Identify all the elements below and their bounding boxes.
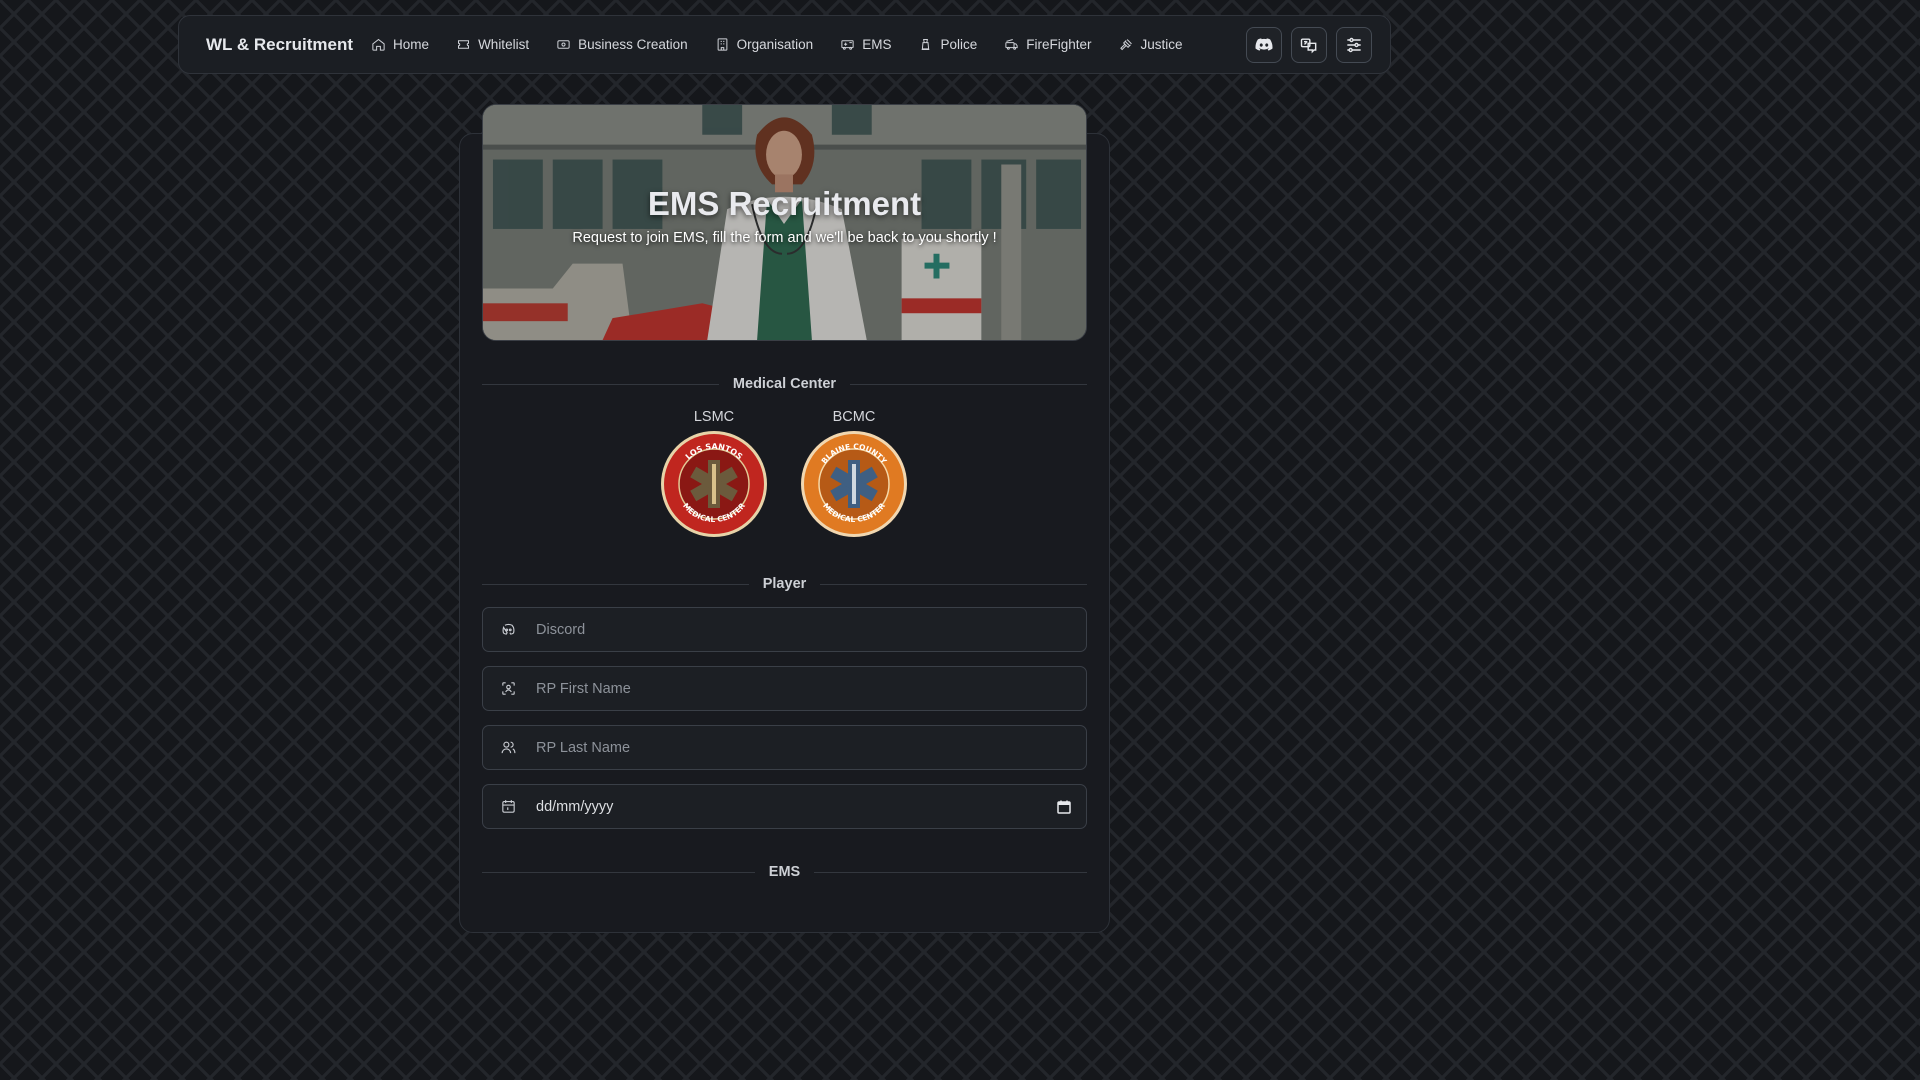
top-navbar: WL & Recruitment Home Whitelist Business…: [178, 15, 1391, 74]
section-divider-medical-center: Medical Center: [482, 376, 1087, 392]
translate-icon: [1300, 37, 1317, 53]
users-icon: [501, 741, 516, 754]
nav-item-label: Organisation: [736, 37, 814, 52]
discord-icon: [1255, 37, 1273, 51]
nav-item-organisation[interactable]: Organisation: [707, 31, 822, 58]
birth-date-field: dd/mm/yyyy: [482, 784, 1087, 829]
birth-date-input[interactable]: dd/mm/yyyy: [536, 799, 1056, 815]
medical-center-label: BCMC: [832, 409, 876, 425]
nav-item-label: Police: [940, 37, 978, 52]
brand-title[interactable]: WL & Recruitment: [206, 35, 353, 55]
divider-line: [482, 583, 749, 585]
divider-line: [820, 583, 1088, 585]
divider-line: [850, 383, 1087, 385]
discord-input[interactable]: [536, 621, 1072, 638]
calendar-picker-icon[interactable]: [1056, 799, 1072, 815]
nav-item-justice[interactable]: Justice: [1111, 31, 1191, 58]
bcmc-seal-logo: BLAINE COUNTY MEDICAL CENTER: [801, 431, 907, 537]
discord-button[interactable]: [1246, 26, 1282, 63]
discord-icon: [502, 623, 515, 635]
divider-line: [482, 383, 719, 385]
language-button[interactable]: [1291, 26, 1327, 63]
face-scan-icon: [502, 682, 515, 695]
ticket-icon: [458, 40, 470, 49]
gavel-icon: [1119, 39, 1132, 51]
settings-icon: [1347, 37, 1361, 52]
rp-last-name-field: [482, 725, 1087, 770]
nav-item-label: FireFighter: [1026, 37, 1092, 52]
hero-banner: EMS Recruitment Request to join EMS, fil…: [482, 104, 1087, 341]
home-icon: [372, 38, 385, 51]
firetruck-icon: [1005, 39, 1018, 50]
building-icon: [717, 38, 728, 51]
divider-line: [482, 871, 755, 873]
medical-center-label: LSMC: [693, 409, 735, 425]
nav-item-label: EMS: [862, 37, 892, 52]
hero-title: EMS Recruitment: [647, 185, 922, 222]
section-divider-ems: EMS: [482, 864, 1088, 880]
police-icon: [922, 39, 930, 50]
calendar-icon: [502, 800, 515, 813]
nav-item-firefighter[interactable]: FireFighter: [996, 31, 1099, 58]
rp-last-name-input[interactable]: [536, 739, 1072, 756]
section-title: Player: [762, 576, 807, 592]
nav-item-whitelist[interactable]: Whitelist: [448, 31, 537, 58]
divider-line: [814, 871, 1088, 873]
discord-field: [482, 607, 1087, 652]
nav-item-label: Whitelist: [478, 37, 530, 52]
nav-actions: [1246, 26, 1372, 63]
nav-item-ems[interactable]: EMS: [832, 31, 899, 58]
medical-center-option-bcmc[interactable]: BCMC BLAINE COUNTY MEDICAL CENTER: [799, 409, 909, 544]
nav-item-business-creation[interactable]: Business Creation: [548, 31, 696, 58]
rp-first-name-input[interactable]: [536, 680, 1072, 697]
cash-icon: [557, 40, 570, 49]
ambulance-icon: [841, 40, 854, 50]
settings-button[interactable]: [1336, 26, 1372, 63]
hero-subtitle: Request to join EMS, fill the form and w…: [572, 230, 997, 246]
nav-item-police[interactable]: Police: [910, 31, 985, 58]
section-title: EMS: [768, 864, 801, 880]
section-divider-player: Player: [482, 576, 1088, 592]
rp-first-name-field: [482, 666, 1087, 711]
section-title: Medical Center: [732, 376, 837, 392]
nav-item-label: Business Creation: [578, 37, 688, 52]
medical-center-option-lsmc[interactable]: LSMC LOS SANTOS MEDICAL CENTER: [659, 409, 769, 544]
nav-item-home[interactable]: Home: [363, 31, 437, 58]
nav-item-label: Home: [393, 37, 430, 52]
nav-item-label: Justice: [1140, 37, 1183, 52]
lsmc-seal-logo: LOS SANTOS MEDICAL CENTER: [661, 431, 767, 537]
